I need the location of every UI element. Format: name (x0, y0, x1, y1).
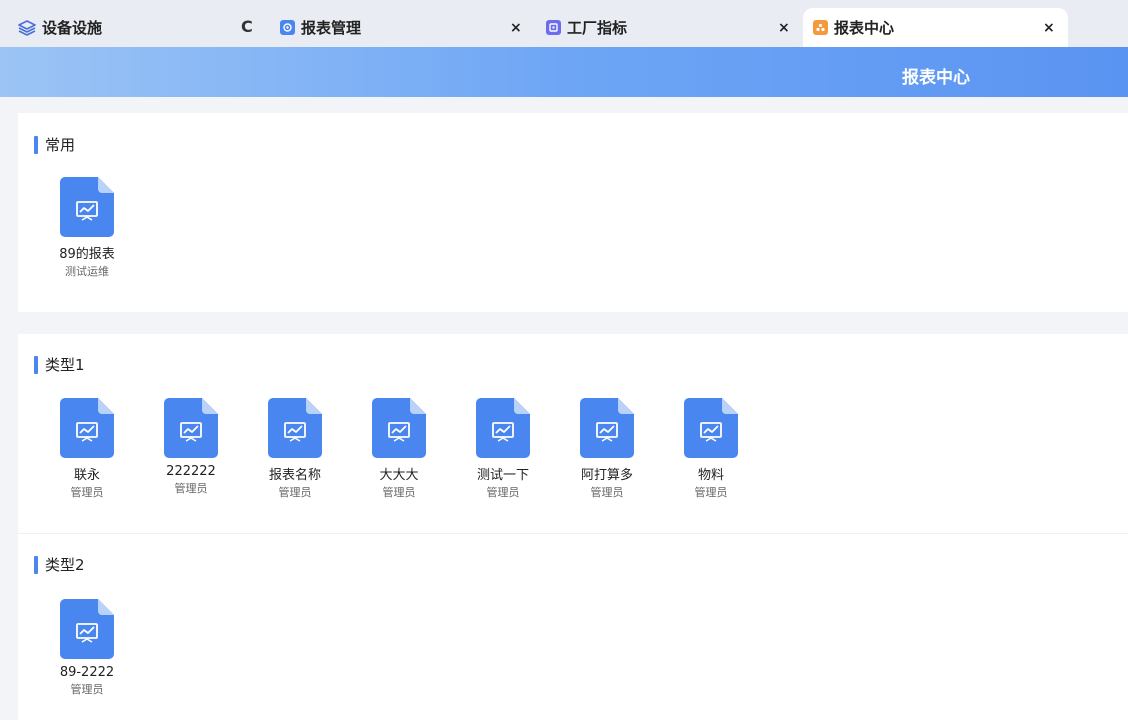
report-owner: 管理员 (70, 683, 104, 696)
report-owner: 管理员 (278, 486, 312, 499)
tab-report-center[interactable]: 报表中心 × (803, 8, 1068, 47)
report-owner: 管理员 (382, 486, 416, 499)
report-name: 大大大 (379, 468, 419, 483)
section-title: 类型1 (45, 356, 85, 374)
tab-close-icon[interactable]: × (510, 20, 522, 36)
report-item[interactable]: 测试一下 管理员 (463, 398, 543, 500)
section-accent-bar (34, 135, 38, 154)
refresh-icon[interactable]: C (241, 17, 253, 36)
tab-bar: 设备设施 C 报表管理 × 工厂指标 × 报表中心 × (0, 0, 1128, 47)
report-file-icon (268, 398, 322, 458)
page-title: 报表中心 (902, 68, 970, 88)
section-header: 类型1 (34, 354, 85, 375)
report-file-icon (580, 398, 634, 458)
report-file-icon (60, 177, 114, 237)
report-file-icon (60, 599, 114, 659)
report-manage-icon (280, 20, 295, 35)
page-header: 报表中心 (0, 47, 1128, 97)
report-name: 物料 (697, 468, 724, 483)
tab-factory-metric[interactable]: 工厂指标 × (546, 8, 801, 47)
report-name: 联永 (73, 468, 100, 483)
tab-home-label: 设备设施 (42, 19, 103, 37)
report-item[interactable]: 222222 管理员 (151, 398, 231, 496)
tab-report-manage-label: 报表管理 (301, 19, 362, 37)
report-item[interactable]: 联永 管理员 (47, 398, 127, 500)
report-item[interactable]: 报表名称 管理员 (255, 398, 335, 500)
section-accent-bar (34, 355, 38, 374)
report-owner: 管理员 (694, 486, 728, 499)
report-center-icon (813, 20, 828, 35)
report-owner: 测试运维 (65, 265, 109, 278)
report-item[interactable]: 89-2222 管理员 (47, 599, 127, 697)
report-item[interactable]: 物料 管理员 (671, 398, 751, 500)
section-title: 类型2 (45, 556, 85, 574)
report-file-icon (164, 398, 218, 458)
report-name: 89的报表 (59, 247, 115, 262)
section-header: 类型2 (34, 554, 85, 575)
layers-icon (18, 19, 36, 36)
report-name: 阿打算多 (580, 468, 633, 483)
section-common: 常用 89的报表 测试运维 (18, 113, 1128, 312)
report-owner: 管理员 (70, 486, 104, 499)
tab-factory-metric-label: 工厂指标 (567, 19, 628, 37)
report-file-icon (684, 398, 738, 458)
section-title: 常用 (45, 136, 76, 154)
report-owner: 管理员 (590, 486, 624, 499)
report-file-icon (372, 398, 426, 458)
tab-report-manage[interactable]: 报表管理 × (280, 8, 535, 47)
factory-metric-icon (546, 20, 561, 35)
report-item[interactable]: 阿打算多 管理员 (567, 398, 647, 500)
report-item[interactable]: 89的报表 测试运维 (47, 177, 127, 279)
report-file-icon (60, 398, 114, 458)
tab-report-center-label: 报表中心 (834, 19, 895, 37)
section-group-types: 类型1 联永 管理员 222222 管理员 报表名称 管理员 大大大 管理员 测… (18, 334, 1128, 720)
tab-close-icon[interactable]: × (1043, 20, 1055, 36)
section-divider (18, 533, 1128, 534)
report-item[interactable]: 大大大 管理员 (359, 398, 439, 500)
section-header: 常用 (34, 134, 75, 155)
report-name: 报表名称 (268, 468, 321, 483)
section-accent-bar (34, 555, 38, 574)
tab-home[interactable]: 设备设施 (18, 8, 102, 47)
report-owner: 管理员 (486, 486, 520, 499)
report-file-icon (476, 398, 530, 458)
report-owner: 管理员 (174, 482, 208, 495)
report-name: 测试一下 (476, 468, 529, 483)
report-name: 222222 (166, 464, 216, 479)
report-name: 89-2222 (59, 665, 115, 680)
tab-close-icon[interactable]: × (778, 20, 790, 36)
